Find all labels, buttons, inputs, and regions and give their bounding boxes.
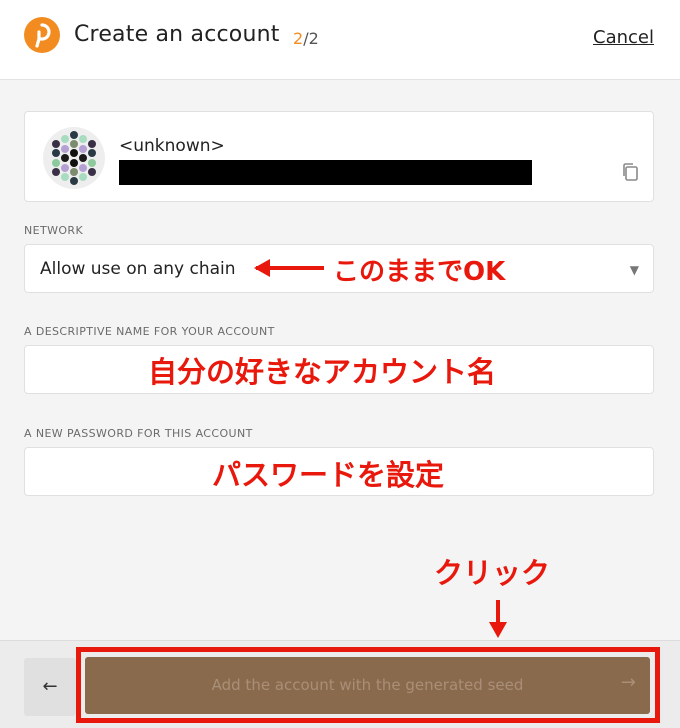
- password-label: A NEW PASSWORD FOR THIS ACCOUNT: [24, 427, 253, 440]
- identicon: [43, 127, 105, 189]
- annotation-name-note: 自分の好きなアカウント名: [148, 355, 497, 389]
- annotation-arrow-down: [489, 600, 507, 638]
- annotation-highlight-box: [76, 647, 660, 723]
- footer: ← Add the account with the generated see…: [0, 640, 680, 728]
- page-title: Create an account: [74, 22, 280, 47]
- header: Create an account 2/2 Cancel: [0, 0, 680, 80]
- annotation-network-note: このままでOK: [333, 257, 506, 287]
- polkadot-logo-icon: [24, 17, 60, 53]
- step-total: /2: [303, 29, 319, 48]
- account-name-label: A DESCRIPTIVE NAME FOR YOUR ACCOUNT: [24, 325, 275, 338]
- network-label: NETWORK: [24, 224, 84, 237]
- account-card: <unknown>: [24, 111, 654, 202]
- network-select-value: Allow use on any chain: [40, 259, 236, 279]
- step-current: 2: [293, 29, 304, 48]
- account-address-redacted: [119, 160, 532, 185]
- arrow-left-icon: ←: [42, 676, 58, 697]
- step-indicator: 2/2: [293, 29, 319, 48]
- annotation-password-note: パスワードを設定: [212, 458, 445, 492]
- cancel-link[interactable]: Cancel: [593, 27, 654, 48]
- copy-icon[interactable]: [621, 162, 639, 182]
- caret-down-icon: ▼: [629, 263, 639, 277]
- back-button[interactable]: ←: [24, 658, 76, 716]
- annotation-arrow-left: [254, 259, 324, 277]
- annotation-click-note: クリック: [434, 556, 551, 590]
- account-name: <unknown>: [119, 136, 225, 156]
